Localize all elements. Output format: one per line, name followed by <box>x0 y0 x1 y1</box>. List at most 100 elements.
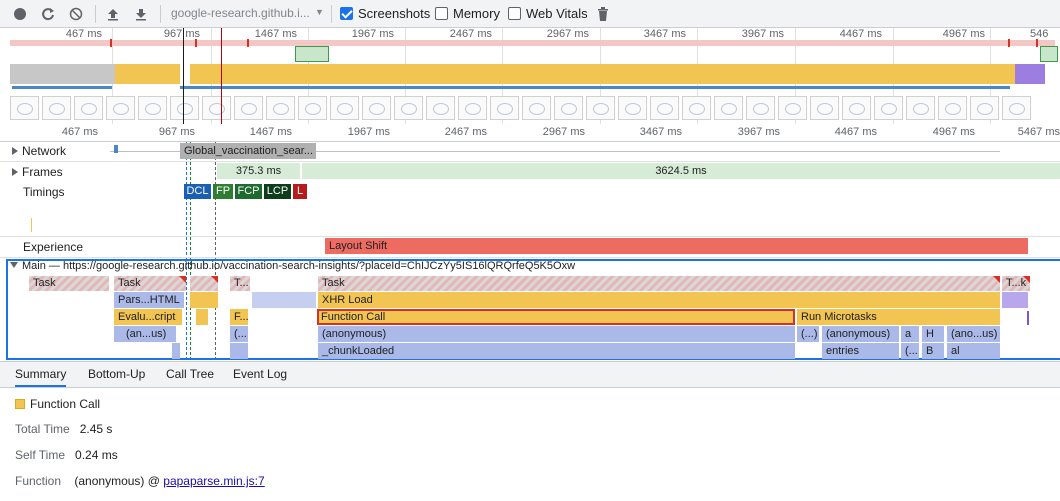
screenshot-thumbnail[interactable] <box>10 96 39 120</box>
tab-summary[interactable]: Summary <box>15 367 67 387</box>
flame-bar[interactable]: (... <box>901 343 919 359</box>
flame-bar[interactable]: (...) <box>797 326 819 342</box>
screenshot-thumbnail[interactable] <box>1002 96 1031 120</box>
screenshot-thumbnail[interactable] <box>138 96 167 120</box>
memory-checkbox[interactable] <box>435 7 448 20</box>
screenshot-thumbnail[interactable] <box>362 96 391 120</box>
screenshot-thumbnail[interactable] <box>42 96 71 120</box>
frame-bar[interactable]: 375.3 ms <box>217 163 300 179</box>
flame-bar[interactable]: (anonymous) <box>318 326 795 342</box>
lcp-badge[interactable]: LCP <box>264 184 291 199</box>
screenshot-thumbnail[interactable] <box>170 96 199 120</box>
flame-bar[interactable]: (an...us) <box>114 326 176 342</box>
screenshot-thumbnail[interactable] <box>330 96 359 120</box>
collapse-arrow-icon[interactable] <box>10 262 18 268</box>
screenshot-thumbnail[interactable] <box>106 96 135 120</box>
screenshot-thumbnail[interactable] <box>266 96 295 120</box>
screenshots-checkbox[interactable] <box>340 7 353 20</box>
flame-bar[interactable]: a <box>901 326 919 342</box>
network-request-bar[interactable]: Global_vaccination_sear... <box>180 143 316 159</box>
screenshot-thumbnail[interactable] <box>298 96 327 120</box>
flame-bar[interactable] <box>252 292 316 308</box>
record-icon[interactable] <box>11 5 29 23</box>
task-bar[interactable]: Task <box>114 276 186 291</box>
flame-bar[interactable]: al <box>947 343 1000 359</box>
xhr-load-bar[interactable]: XHR Load <box>318 292 1000 308</box>
frame-bar[interactable]: 3624.5 ms <box>302 163 1060 179</box>
network-request-bar[interactable] <box>114 145 118 153</box>
screenshot-thumbnail[interactable] <box>650 96 679 120</box>
screenshot-strip[interactable] <box>10 96 1058 122</box>
reload-icon[interactable] <box>39 5 57 23</box>
fcp-badge[interactable]: FCP <box>235 184 262 199</box>
source-link[interactable]: papaparse.min.js:7 <box>163 474 264 488</box>
load-badge[interactable]: L <box>293 184 307 199</box>
screenshot-thumbnail[interactable] <box>586 96 615 120</box>
timeline-overview[interactable]: 467 ms 967 ms 1467 ms 1967 ms 2467 ms 29… <box>0 28 1060 124</box>
screenshot-thumbnail[interactable] <box>746 96 775 120</box>
task-bar[interactable]: Task <box>318 276 1000 291</box>
frames-track-label[interactable]: Frames <box>12 165 63 179</box>
task-bar[interactable]: Task <box>29 276 109 291</box>
screenshot-thumbnail[interactable] <box>490 96 519 120</box>
flame-bar[interactable]: F... <box>230 309 248 325</box>
screenshot-thumbnail[interactable] <box>458 96 487 120</box>
screenshot-thumbnail[interactable] <box>810 96 839 120</box>
task-bar[interactable]: T...k <box>1002 276 1030 291</box>
screenshot-thumbnail[interactable] <box>426 96 455 120</box>
flame-bar[interactable]: entries <box>822 343 899 359</box>
expand-arrow-icon[interactable] <box>12 168 18 176</box>
run-microtasks-bar[interactable]: Run Microtasks <box>797 309 1000 325</box>
flame-bar[interactable]: Pars...HTML <box>114 292 184 308</box>
screenshot-thumbnail[interactable] <box>618 96 647 120</box>
screenshot-thumbnail[interactable] <box>970 96 999 120</box>
task-bar[interactable] <box>190 276 218 291</box>
flame-bar[interactable]: _chunkLoaded <box>318 343 795 359</box>
dcl-badge[interactable]: DCL <box>184 184 211 199</box>
screenshot-thumbnail[interactable] <box>682 96 711 120</box>
fp-badge[interactable]: FP <box>213 184 233 199</box>
main-track-label[interactable]: Main — https://google-research.github.io… <box>10 260 575 272</box>
tab-event-log[interactable]: Event Log <box>233 367 287 381</box>
screenshot-thumbnail[interactable] <box>74 96 103 120</box>
flame-bar[interactable]: (... <box>230 326 248 342</box>
web-vitals-checkbox[interactable] <box>508 7 521 20</box>
screenshot-thumbnail[interactable] <box>714 96 743 120</box>
flame-bar[interactable]: B <box>922 343 944 359</box>
screenshot-thumbnail[interactable] <box>778 96 807 120</box>
screenshot-thumbnail[interactable] <box>874 96 903 120</box>
flame-bar[interactable]: (anonymous) <box>822 326 899 342</box>
network-track-label[interactable]: Network <box>12 144 66 158</box>
task-bar[interactable]: T... <box>230 276 250 291</box>
screenshot-thumbnail[interactable] <box>554 96 583 120</box>
upload-icon[interactable] <box>104 5 122 23</box>
flame-bar[interactable] <box>1002 292 1028 308</box>
screenshot-thumbnail[interactable] <box>938 96 967 120</box>
tab-call-tree[interactable]: Call Tree <box>166 367 214 381</box>
trash-icon[interactable] <box>594 5 612 23</box>
expand-arrow-icon[interactable] <box>12 147 18 155</box>
screenshot-thumbnail[interactable] <box>522 96 551 120</box>
screenshot-thumbnail[interactable] <box>394 96 423 120</box>
clear-icon[interactable] <box>67 5 85 23</box>
function-call-bar-selected[interactable]: Function Call <box>317 309 795 325</box>
screenshot-thumbnail[interactable] <box>842 96 871 120</box>
flame-bar[interactable] <box>230 343 248 359</box>
flame-bar[interactable]: H <box>922 326 944 342</box>
download-icon[interactable] <box>132 5 150 23</box>
layout-shift-bar[interactable]: Layout Shift <box>325 238 1028 254</box>
screenshot-thumbnail[interactable] <box>906 96 935 120</box>
flame-bar[interactable] <box>172 343 180 359</box>
flame-bar[interactable]: Evalu...cript <box>114 309 182 325</box>
flame-bar[interactable] <box>190 292 218 308</box>
flame-bar[interactable] <box>1027 311 1029 325</box>
screenshot-thumbnail[interactable] <box>202 96 231 120</box>
flame-bar[interactable]: (ano...us) <box>947 326 1000 342</box>
toolbar-divider <box>95 5 96 23</box>
recording-select[interactable]: google-research.github.i... <box>171 6 323 22</box>
flame-bar[interactable] <box>196 309 208 325</box>
selection-start-line[interactable] <box>183 28 184 124</box>
tab-bottom-up[interactable]: Bottom-Up <box>88 367 145 381</box>
screenshot-thumbnail[interactable] <box>234 96 263 120</box>
main-label-text: Main — https://google-research.github.io… <box>22 260 576 272</box>
